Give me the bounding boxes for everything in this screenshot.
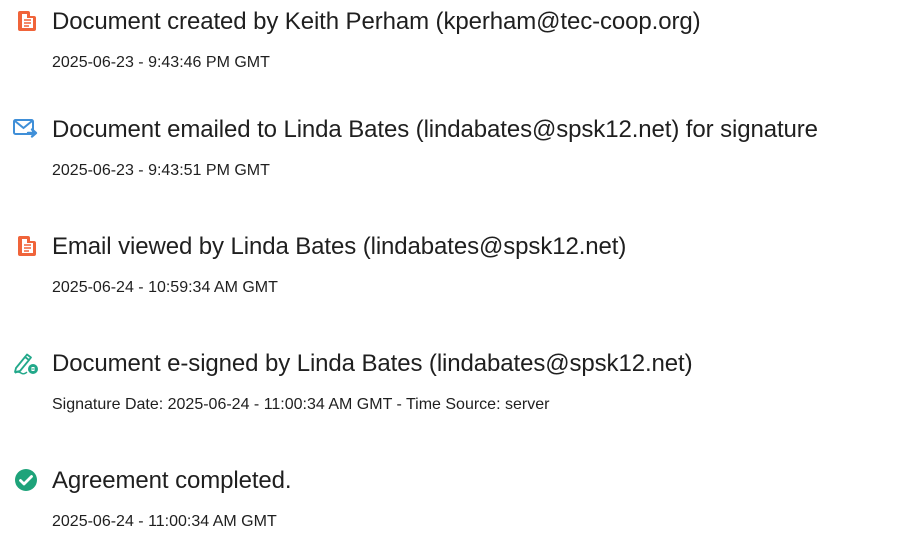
audit-event-completed: Agreement completed. 2025-06-24 - 11:00:… xyxy=(0,467,909,557)
event-timestamp: 2025-06-24 - 10:59:34 AM GMT xyxy=(52,279,278,296)
audit-event-emailed: Document emailed to Linda Bates (lindaba… xyxy=(0,116,909,206)
check-circle-icon xyxy=(13,467,39,493)
event-title: Document e-signed by Linda Bates (lindab… xyxy=(52,350,693,377)
audit-history-list: Document created by Keith Perham (kperha… xyxy=(0,0,909,535)
audit-event-signed: Document e-signed by Linda Bates (lindab… xyxy=(0,350,909,440)
event-timestamp: 2025-06-23 - 9:43:46 PM GMT xyxy=(52,54,270,71)
event-title: Agreement completed. xyxy=(52,467,292,494)
e-sign-pen-icon xyxy=(13,350,39,376)
event-signature-date: Signature Date: 2025-06-24 - 11:00:34 AM… xyxy=(52,396,550,413)
event-title: Email viewed by Linda Bates (lindabates@… xyxy=(52,233,627,260)
email-sent-icon xyxy=(13,116,39,142)
audit-event-created: Document created by Keith Perham (kperha… xyxy=(0,8,909,98)
event-title: Document created by Keith Perham (kperha… xyxy=(52,8,701,35)
event-timestamp: 2025-06-24 - 11:00:34 AM GMT xyxy=(52,513,277,530)
acrobat-document-icon xyxy=(13,233,39,259)
acrobat-document-icon xyxy=(13,8,39,34)
audit-event-viewed: Email viewed by Linda Bates (lindabates@… xyxy=(0,233,909,323)
event-title: Document emailed to Linda Bates (lindaba… xyxy=(52,116,818,143)
event-timestamp: 2025-06-23 - 9:43:51 PM GMT xyxy=(52,162,270,179)
